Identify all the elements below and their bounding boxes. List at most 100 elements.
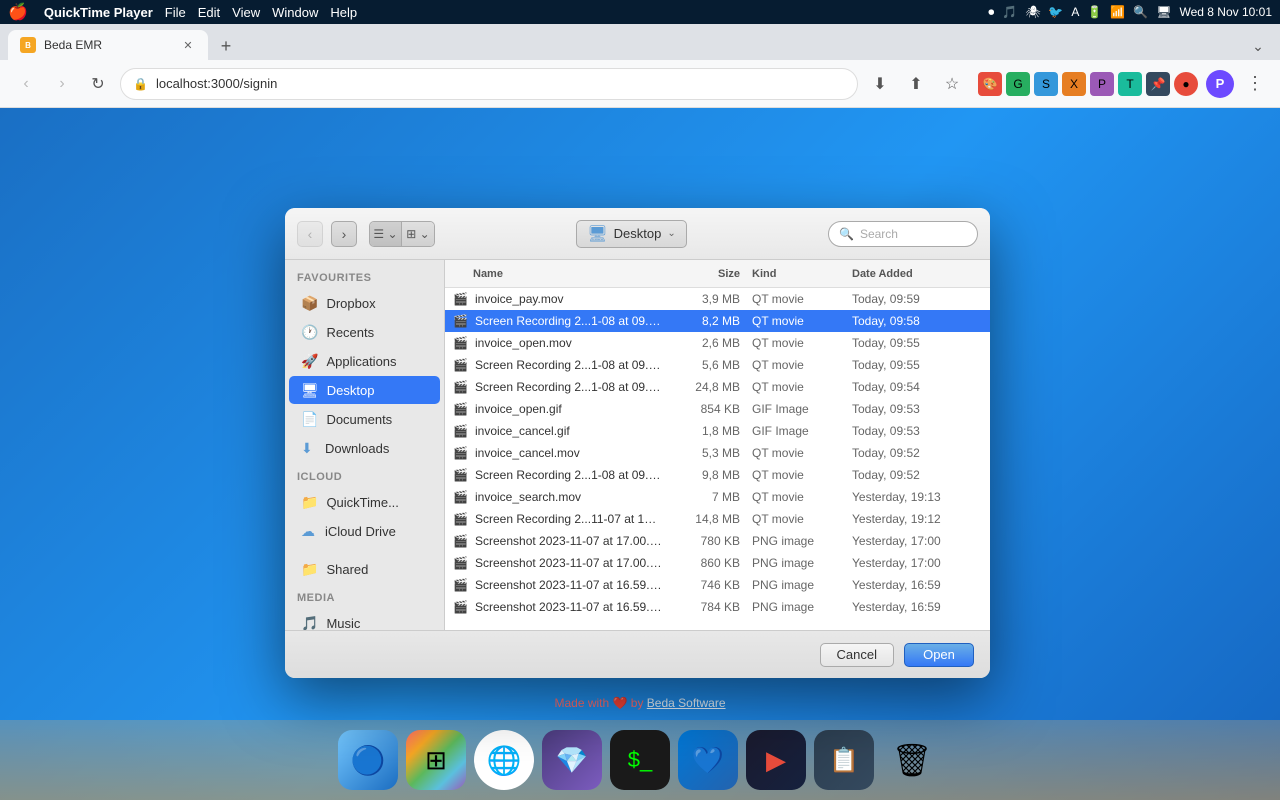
sidebar-item-quicktime[interactable]: 📁 QuickTime... bbox=[289, 488, 440, 516]
file-date: Today, 09:54 bbox=[852, 380, 982, 394]
sidebar-label-downloads: Downloads bbox=[325, 441, 389, 456]
file-kind: PNG image bbox=[752, 578, 852, 592]
browser-tab[interactable]: B Beda EMR ✕ bbox=[8, 30, 208, 60]
company-link[interactable]: Beda Software bbox=[647, 696, 726, 710]
menubar-app-name[interactable]: QuickTime Player bbox=[44, 5, 153, 20]
ext-icon-4[interactable]: X bbox=[1062, 72, 1086, 96]
sidebar-item-dropbox[interactable]: 📦 Dropbox bbox=[289, 289, 440, 317]
dock-item-finder[interactable]: 🔵 bbox=[338, 730, 398, 790]
address-input[interactable]: 🔒 localhost:3000/signin bbox=[120, 68, 858, 100]
ext-icon-5[interactable]: P bbox=[1090, 72, 1114, 96]
file-row[interactable]: 🎬 Screenshot 2023-11-07 at 17.00.09 860 … bbox=[445, 552, 990, 574]
address-text: localhost:3000/signin bbox=[156, 76, 845, 91]
file-row[interactable]: 🎬 invoice_open.gif 854 KB GIF Image Toda… bbox=[445, 398, 990, 420]
file-row[interactable]: 🎬 Screen Recording 2...1-08 at 09.58.40.… bbox=[445, 310, 990, 332]
open-button[interactable]: Open bbox=[904, 643, 974, 667]
dock-item-terminal[interactable]: $_ bbox=[610, 730, 670, 790]
sidebar-item-recents[interactable]: 🕐 Recents bbox=[289, 318, 440, 346]
dialog-body: Favourites 📦 Dropbox 🕐 Recents 🚀 Applica… bbox=[285, 260, 990, 630]
file-type-icon: 🎬 bbox=[453, 424, 469, 438]
file-size: 14,8 MB bbox=[662, 512, 752, 526]
dock-item-quicktime[interactable]: ▶ bbox=[746, 730, 806, 790]
accessibility-icon: A bbox=[1071, 5, 1079, 19]
location-chevron-icon: ⌄ bbox=[667, 228, 675, 239]
location-button[interactable]: 🖥 Desktop ⌄ bbox=[576, 220, 686, 248]
dock-item-tasklog[interactable]: 📋 bbox=[814, 730, 874, 790]
control-center-icon[interactable]: 🖥 bbox=[1156, 5, 1171, 19]
ext-icon-1[interactable]: 🎨 bbox=[978, 72, 1002, 96]
ext-icon-3[interactable]: S bbox=[1034, 72, 1058, 96]
file-row[interactable]: 🎬 invoice_cancel.gif 1,8 MB GIF Image To… bbox=[445, 420, 990, 442]
file-row[interactable]: 🎬 Screen Recording 2...11-07 at 19.12.32… bbox=[445, 508, 990, 530]
dialog-file-list[interactable]: Name Size Kind Date Added 🎬 invoice_pay.… bbox=[445, 260, 990, 630]
dialog-forward-button[interactable]: › bbox=[331, 221, 357, 247]
new-tab-button[interactable]: + bbox=[212, 32, 240, 60]
file-kind: QT movie bbox=[752, 336, 852, 350]
file-row[interactable]: 🎬 invoice_open.mov 2,6 MB QT movie Today… bbox=[445, 332, 990, 354]
cancel-button[interactable]: Cancel bbox=[820, 643, 894, 667]
file-row[interactable]: 🎬 Screenshot 2023-11-07 at 16.59.50 746 … bbox=[445, 574, 990, 596]
folder-icon: 🖥 bbox=[587, 224, 607, 244]
dock-item-obsidian[interactable]: 💎 bbox=[542, 730, 602, 790]
forward-button[interactable]: › bbox=[48, 70, 76, 98]
file-row[interactable]: 🎬 invoice_pay.mov 3,9 MB QT movie Today,… bbox=[445, 288, 990, 310]
file-row[interactable]: 🎬 Screenshot 2023-11-07 at 16.59.28 784 … bbox=[445, 596, 990, 618]
refresh-button[interactable]: ↻ bbox=[84, 70, 112, 98]
file-date: Yesterday, 17:00 bbox=[852, 534, 982, 548]
menubar-view[interactable]: View bbox=[232, 5, 260, 20]
file-name: Screen Recording 2...1-08 at 09.58.40.mo… bbox=[475, 314, 662, 328]
file-kind: QT movie bbox=[752, 314, 852, 328]
menubar-window[interactable]: Window bbox=[272, 5, 318, 20]
tab-bar: B Beda EMR ✕ + ⌄ bbox=[0, 24, 1280, 60]
file-row[interactable]: 🎬 Screenshot 2023-11-07 at 17.00.28 780 … bbox=[445, 530, 990, 552]
sidebar-item-music[interactable]: 🎵 Music bbox=[289, 609, 440, 630]
browser-menu-button[interactable]: ⋮ bbox=[1242, 69, 1268, 98]
sidebar-item-shared[interactable]: 📁 Shared bbox=[289, 555, 440, 583]
back-button[interactable]: ‹ bbox=[12, 70, 40, 98]
sidebar-item-icloud-drive[interactable]: ☁ iCloud Drive bbox=[289, 517, 440, 545]
file-kind: QT movie bbox=[752, 468, 852, 482]
ext-icon-2[interactable]: G bbox=[1006, 72, 1030, 96]
menubar-help[interactable]: Help bbox=[330, 5, 357, 20]
column-kind: Kind bbox=[752, 268, 852, 280]
grid-view-button[interactable]: ⊞ ⌄ bbox=[402, 222, 434, 246]
tab-menu-button[interactable]: ⌄ bbox=[1244, 32, 1272, 60]
apple-menu[interactable]: 🍎 bbox=[8, 2, 28, 22]
dialog-toolbar: ‹ › ☰ ⌄ ⊞ ⌄ 🖥 Desktop ⌄ 🔍 Search bbox=[285, 208, 990, 260]
share-button[interactable]: ⬆ bbox=[902, 70, 930, 98]
file-kind: QT movie bbox=[752, 490, 852, 504]
tab-close-button[interactable]: ✕ bbox=[180, 37, 196, 53]
heart-icon: ❤️ bbox=[613, 696, 628, 710]
file-row[interactable]: 🎬 invoice_cancel.mov 5,3 MB QT movie Tod… bbox=[445, 442, 990, 464]
menubar-file[interactable]: File bbox=[165, 5, 186, 20]
sidebar-item-documents[interactable]: 📄 Documents bbox=[289, 405, 440, 433]
dock-item-vscode[interactable]: 💙 bbox=[678, 730, 738, 790]
profile-button[interactable]: P bbox=[1206, 70, 1234, 98]
sidebar-item-applications[interactable]: 🚀 Applications bbox=[289, 347, 440, 375]
file-size: 854 KB bbox=[662, 402, 752, 416]
sidebar-item-downloads[interactable]: ⬇ Downloads bbox=[289, 434, 440, 462]
dock-item-launchpad[interactable]: ⊞ bbox=[406, 730, 466, 790]
ext-icon-7[interactable]: 📌 bbox=[1146, 72, 1170, 96]
search-box[interactable]: 🔍 Search bbox=[828, 221, 978, 247]
ext-icon-6[interactable]: T bbox=[1118, 72, 1142, 96]
bookmark-button[interactable]: ☆ bbox=[938, 70, 966, 98]
dock-item-trash[interactable]: 🗑 bbox=[882, 730, 942, 790]
sidebar-label-recents: Recents bbox=[326, 325, 374, 340]
file-type-icon: 🎬 bbox=[453, 600, 469, 614]
menubar-edit[interactable]: Edit bbox=[198, 5, 220, 20]
sidebar-item-desktop[interactable]: 🖥 Desktop bbox=[289, 376, 440, 404]
dock-item-chrome[interactable]: 🌐 bbox=[474, 730, 534, 790]
file-row[interactable]: 🎬 Screen Recording 2...1-08 at 09.54.39.… bbox=[445, 376, 990, 398]
ext-icon-8[interactable]: ● bbox=[1174, 72, 1198, 96]
file-row[interactable]: 🎬 Screen Recording 2...1-08 at 09.51.55.… bbox=[445, 464, 990, 486]
file-row[interactable]: 🎬 Screen Recording 2...1-08 at 09.55.28.… bbox=[445, 354, 990, 376]
extension-icon2: 🐦 bbox=[1048, 5, 1063, 19]
file-size: 1,8 MB bbox=[662, 424, 752, 438]
file-row[interactable]: 🎬 invoice_search.mov 7 MB QT movie Yeste… bbox=[445, 486, 990, 508]
file-name: Screen Recording 2...1-08 at 09.54.39.mo… bbox=[475, 380, 662, 394]
list-view-button[interactable]: ☰ ⌄ bbox=[370, 222, 402, 246]
download-button[interactable]: ⬇ bbox=[866, 70, 894, 98]
dialog-back-button[interactable]: ‹ bbox=[297, 221, 323, 247]
spotlight-icon[interactable]: 🔍 bbox=[1133, 5, 1148, 19]
